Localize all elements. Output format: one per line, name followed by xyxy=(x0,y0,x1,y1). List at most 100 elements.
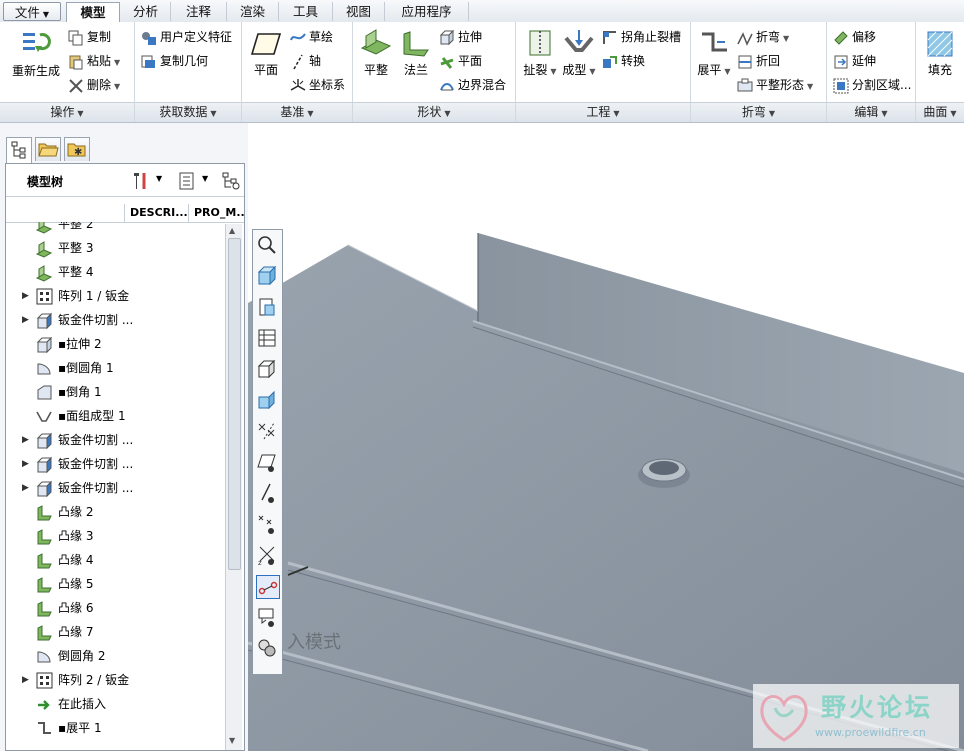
tree-item[interactable]: ▶ 阵列 2 / 钣金 xyxy=(6,668,226,692)
boundary-blend-button[interactable]: 边界混合 xyxy=(439,75,506,95)
zoom-button[interactable] xyxy=(256,234,280,258)
tab-model-tree[interactable] xyxy=(6,137,32,163)
expand-arrow-icon[interactable]: ▶ xyxy=(22,476,29,500)
tab-folder-browser[interactable] xyxy=(35,137,61,161)
tree-scrollbar[interactable]: ▲ ▼ xyxy=(225,224,242,750)
saved-views-button[interactable] xyxy=(256,296,280,320)
tree-item[interactable]: ▪拉伸 2 xyxy=(6,332,226,356)
tab-view[interactable]: 视图 xyxy=(333,2,385,21)
chevron-down-icon[interactable]: ▼ xyxy=(202,174,208,183)
datum-display-button[interactable] xyxy=(256,420,280,444)
group-label-get-data[interactable]: 获取数据 ▼ xyxy=(135,102,241,122)
tab-analysis[interactable]: 分析 xyxy=(121,2,171,21)
show-button[interactable] xyxy=(176,170,198,195)
column-pro-material[interactable]: PRO_M... xyxy=(188,204,244,222)
flange-button[interactable]: 法兰 xyxy=(397,28,435,78)
point-display-button[interactable] xyxy=(256,513,280,537)
scroll-up-icon[interactable]: ▲ xyxy=(229,226,235,235)
file-menu[interactable]: 文件 ▼ xyxy=(3,2,61,21)
tree-item[interactable]: ▶ 钣金件切割 ... xyxy=(6,308,226,332)
tree-filter-button[interactable] xyxy=(220,170,242,195)
copy-geometry-button[interactable]: 复制几何 xyxy=(141,51,208,71)
axis-button[interactable]: 轴 xyxy=(290,51,321,71)
datum-plane-button[interactable]: 平面 xyxy=(246,30,286,78)
csys-display-button[interactable]: z xyxy=(256,544,280,568)
tree-item[interactable]: 平整 4 xyxy=(6,260,226,284)
paste-button[interactable]: 粘贴 ▼ xyxy=(68,51,120,71)
tree-item[interactable]: 凸缘 7 xyxy=(6,620,226,644)
planar-button[interactable]: 平面 xyxy=(439,51,482,71)
udf-button[interactable]: 用户定义特征 xyxy=(141,27,232,47)
tree-item[interactable]: 在此插入 xyxy=(6,692,226,716)
convert-button[interactable]: 转换 xyxy=(602,51,645,71)
expand-arrow-icon[interactable]: ▶ xyxy=(22,452,29,476)
tree-item[interactable]: ▪倒角 1 xyxy=(6,380,226,404)
expand-arrow-icon[interactable]: ▶ xyxy=(22,668,29,692)
unbend-button[interactable]: 展平 ▼ xyxy=(695,28,733,78)
graphics-window[interactable] xyxy=(248,123,964,751)
view-orient-button[interactable] xyxy=(256,265,280,289)
regenerate-button[interactable]: 重新生成 xyxy=(10,27,62,79)
tree-item[interactable]: 凸缘 3 xyxy=(6,524,226,548)
display-style-button[interactable] xyxy=(256,327,280,351)
extrude-button[interactable]: 拉伸 xyxy=(439,27,482,47)
tab-favorites[interactable]: ✱ xyxy=(64,137,90,161)
scroll-down-icon[interactable]: ▼ xyxy=(229,736,235,745)
group-label-bend[interactable]: 折弯 ▼ xyxy=(691,102,826,122)
group-label-surface[interactable]: 曲面 ▼ xyxy=(916,102,964,122)
group-label-edit[interactable]: 编辑 ▼ xyxy=(827,102,915,122)
tree-item[interactable]: ▶ 钣金件切割 ... xyxy=(6,428,226,452)
expand-arrow-icon[interactable]: ▶ xyxy=(22,428,29,452)
tree-item[interactable]: 凸缘 5 xyxy=(6,572,226,596)
expand-arrow-icon[interactable]: ▶ xyxy=(22,308,29,332)
bend-back-button[interactable]: 折回 xyxy=(737,51,780,71)
tree-item[interactable]: 凸缘 2 xyxy=(6,500,226,524)
plane-display-button[interactable] xyxy=(256,451,280,475)
tab-applications[interactable]: 应用程序 xyxy=(385,2,469,21)
tab-render[interactable]: 渲染 xyxy=(227,2,279,21)
csys-button[interactable]: 坐标系 xyxy=(290,75,345,95)
group-label-operations[interactable]: 操作 ▼ xyxy=(0,102,134,122)
chevron-down-icon[interactable]: ▼ xyxy=(156,174,162,183)
flat-wall-button[interactable]: 平整 xyxy=(357,28,395,78)
bend-button[interactable]: 折弯 ▼ xyxy=(737,27,789,47)
copy-button[interactable]: 复制 xyxy=(68,27,111,47)
annotation-display-button[interactable] xyxy=(256,606,280,630)
tree-item[interactable]: ▪展平 1 xyxy=(6,716,226,740)
delete-button[interactable]: 删除 ▼ xyxy=(68,75,120,95)
column-description[interactable]: DESCRI... xyxy=(124,204,188,222)
offset-button[interactable]: 偏移 xyxy=(833,27,876,47)
group-label-shapes[interactable]: 形状 ▼ xyxy=(353,102,515,122)
tab-tools[interactable]: 工具 xyxy=(279,2,333,21)
section-button[interactable] xyxy=(256,389,280,413)
settings-button[interactable] xyxy=(130,170,152,195)
tree-item[interactable]: 平整 2 xyxy=(6,222,226,236)
sketch-button[interactable]: 草绘 xyxy=(290,27,333,47)
tree-item[interactable]: 凸缘 4 xyxy=(6,548,226,572)
group-label-engineering[interactable]: 工程 ▼ xyxy=(516,102,690,122)
tree-item[interactable]: ▶ 钣金件切割 ... xyxy=(6,476,226,500)
corner-relief-button[interactable]: 拐角止裂槽 xyxy=(602,27,681,47)
tree-item[interactable]: 平整 3 xyxy=(6,236,226,260)
tree-item[interactable]: 倒圆角 2 xyxy=(6,644,226,668)
tab-annotate[interactable]: 注释 xyxy=(171,2,227,21)
flat-state-button[interactable]: 平整形态 ▼ xyxy=(737,75,813,95)
shading-button[interactable] xyxy=(256,358,280,382)
tree-item[interactable]: ▶ 阵列 1 / 钣金 xyxy=(6,284,226,308)
tree-item[interactable]: ▪倒圆角 1 xyxy=(6,356,226,380)
tree-item[interactable]: ▪面组成型 1 xyxy=(6,404,226,428)
tree-item[interactable]: 凸缘 6 xyxy=(6,596,226,620)
axis-display-button[interactable] xyxy=(256,482,280,506)
extend-button[interactable]: 延伸 xyxy=(833,51,876,71)
scrollbar-thumb[interactable] xyxy=(228,238,241,570)
expand-arrow-icon[interactable]: ▶ xyxy=(22,284,29,308)
form-button[interactable]: 成型 ▼ xyxy=(560,28,598,78)
rip-button[interactable]: 扯裂 ▼ xyxy=(522,28,558,78)
tab-model[interactable]: 模型 xyxy=(66,2,120,23)
spin-center-button[interactable] xyxy=(256,575,280,599)
group-label-datum[interactable]: 基准 ▼ xyxy=(242,102,352,122)
split-area-button[interactable]: 分割区域... xyxy=(833,75,911,95)
appearance-button[interactable] xyxy=(256,637,280,661)
tree-item[interactable]: ▶ 钣金件切割 ... xyxy=(6,452,226,476)
fill-button[interactable]: 填充 xyxy=(920,30,960,78)
